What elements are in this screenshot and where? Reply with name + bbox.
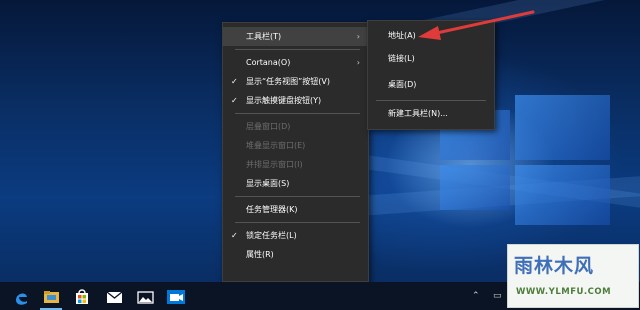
chevron-up-icon[interactable]: ⌃	[472, 291, 480, 301]
store-icon[interactable]	[69, 286, 95, 308]
mail-icon[interactable]	[101, 286, 127, 308]
edge-icon[interactable]	[8, 286, 34, 308]
network-icon[interactable]: ▭	[493, 291, 502, 301]
camera-icon[interactable]	[163, 286, 189, 308]
watermark-title: 雨林木风	[514, 255, 595, 277]
watermark-url: WWW.YLMFU.COM	[516, 287, 612, 297]
photos-icon[interactable]	[132, 286, 158, 308]
watermark-logo: 雨林木风 WWW.YLMFU.COM	[507, 244, 639, 308]
file-explorer-icon[interactable]	[38, 286, 64, 310]
